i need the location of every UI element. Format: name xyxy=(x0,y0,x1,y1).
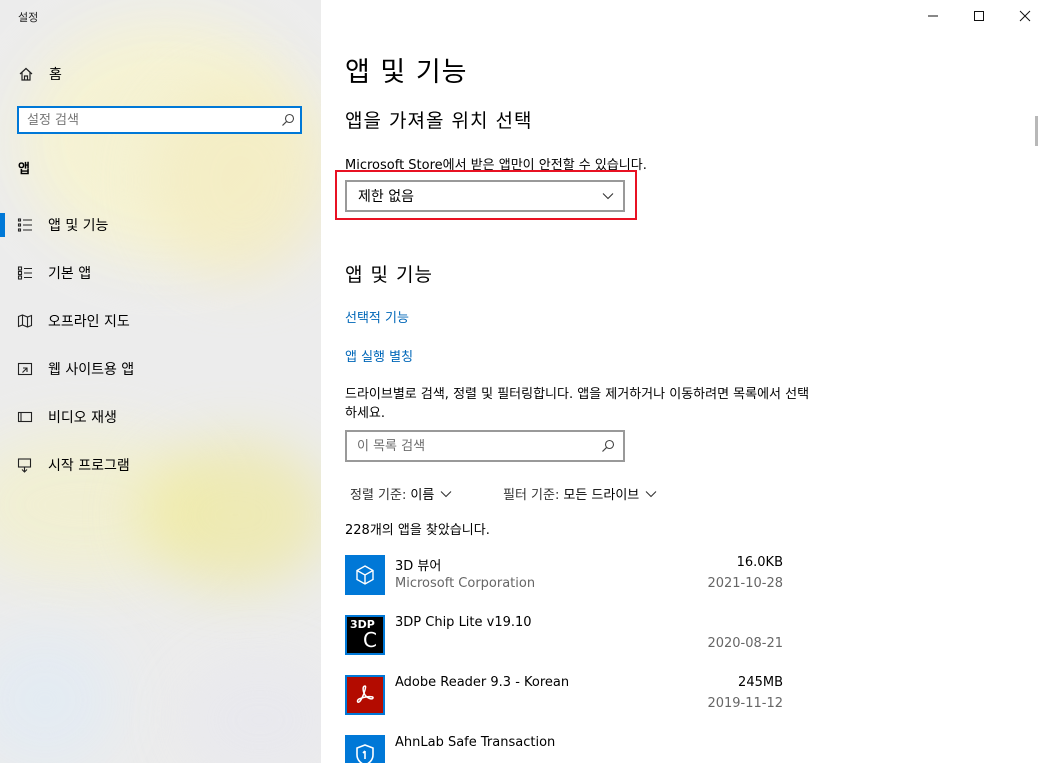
sort-selector[interactable]: 정렬 기준: 이름 xyxy=(350,484,452,503)
minimize-button[interactable] xyxy=(910,0,956,32)
app-name: AhnLab Safe Transaction xyxy=(395,735,556,750)
home-nav-item[interactable]: 홈 xyxy=(18,64,62,84)
main-content: 앱 및 기능 앱을 가져올 위치 선택 Microsoft Store에서 받은… xyxy=(321,0,1048,763)
maximize-icon xyxy=(973,7,985,26)
sidebar-item-label: 기본 앱 xyxy=(48,266,92,282)
default-apps-icon xyxy=(17,265,33,281)
settings-search-input[interactable] xyxy=(19,111,276,129)
close-icon xyxy=(1019,7,1031,26)
app-size: 245MB xyxy=(738,675,783,690)
sidebar-item-video-playback[interactable]: 비디오 재생 xyxy=(0,405,321,429)
app-source-dropdown[interactable]: 제한 없음 xyxy=(345,180,625,212)
sidebar: 설정 홈 앱 앱 및 기능 기본 앱 xyxy=(0,0,321,763)
app-name: Adobe Reader 9.3 - Korean xyxy=(395,675,570,690)
app-count: 228개의 앱을 찾았습니다. xyxy=(345,523,490,538)
app-execution-alias-link[interactable]: 앱 실행 별칭 xyxy=(345,346,413,365)
sort-label: 정렬 기준: xyxy=(350,488,407,503)
app-list-item[interactable]: 3D 뷰어 Microsoft Corporation 16.0KB 2021-… xyxy=(345,555,785,615)
section-label-apps: 앱 xyxy=(18,162,30,177)
icon-text-letter: C xyxy=(363,628,377,652)
chevron-down-icon xyxy=(593,192,623,200)
app-list-search-box[interactable] xyxy=(345,430,625,462)
app-list-item[interactable]: Adobe Reader 9.3 - Korean 245MB 2019-11-… xyxy=(345,675,785,735)
window-title: 설정 xyxy=(18,11,39,24)
sort-value: 이름 xyxy=(410,488,435,503)
dropdown-value: 제한 없음 xyxy=(358,189,414,205)
sidebar-item-label: 앱 및 기능 xyxy=(48,218,109,234)
app-list-item[interactable]: 3DP C 3DP Chip Lite v19.10 2020-08-21 xyxy=(345,615,785,675)
sidebar-item-default-apps[interactable]: 기본 앱 xyxy=(0,261,321,285)
sidebar-item-startup[interactable]: 시작 프로그램 xyxy=(0,453,321,477)
settings-search-box[interactable] xyxy=(17,106,302,134)
active-indicator xyxy=(0,213,5,237)
apps-features-icon xyxy=(17,217,33,233)
sidebar-item-apps-features[interactable]: 앱 및 기능 xyxy=(0,213,321,237)
window-controls xyxy=(910,0,1048,32)
sidebar-item-label: 오프라인 지도 xyxy=(48,314,130,330)
sidebar-item-apps-for-websites[interactable]: 웹 사이트용 앱 xyxy=(0,357,321,381)
chevron-down-icon xyxy=(645,490,657,498)
home-label: 홈 xyxy=(49,67,62,83)
close-button[interactable] xyxy=(1002,0,1048,32)
filter-selector[interactable]: 필터 기준: 모든 드라이브 xyxy=(503,484,657,503)
app-publisher: Microsoft Corporation xyxy=(395,576,536,591)
filter-label: 필터 기준: xyxy=(503,488,560,503)
source-section-title: 앱을 가져올 위치 선택 xyxy=(345,110,533,132)
search-icon[interactable] xyxy=(593,439,623,453)
filter-value: 모든 드라이브 xyxy=(563,488,640,503)
offline-maps-icon xyxy=(17,313,33,329)
app-list-item[interactable]: AhnLab Safe Transaction xyxy=(345,735,785,763)
minimize-icon xyxy=(927,7,939,26)
scrollbar-thumb[interactable] xyxy=(1035,116,1038,146)
3dp-chip-icon: 3DP C xyxy=(345,615,385,655)
filter-description: 드라이브별로 검색, 정렬 및 필터링합니다. 앱을 제거하거나 이동하려면 목… xyxy=(345,387,810,421)
chevron-down-icon xyxy=(440,490,452,498)
app-name: 3D 뷰어 xyxy=(395,559,442,574)
app-date: 2020-08-21 xyxy=(707,636,783,651)
app-list-search-input[interactable] xyxy=(347,437,593,455)
apps-for-websites-icon xyxy=(17,361,33,377)
page-title: 앱 및 기능 xyxy=(345,57,468,88)
maximize-button[interactable] xyxy=(956,0,1002,32)
video-playback-icon xyxy=(17,409,33,425)
search-icon[interactable] xyxy=(276,113,300,127)
ahnlab-shield-icon xyxy=(345,735,385,763)
app-date: 2021-10-28 xyxy=(707,576,783,591)
adobe-reader-icon xyxy=(345,675,385,715)
sidebar-item-label: 비디오 재생 xyxy=(48,410,117,426)
app-size: 16.0KB xyxy=(736,555,783,570)
app-date: 2019-11-12 xyxy=(707,696,783,711)
sidebar-item-label: 시작 프로그램 xyxy=(48,458,130,474)
app-name: 3DP Chip Lite v19.10 xyxy=(395,615,532,630)
3d-viewer-icon xyxy=(345,555,385,595)
home-icon xyxy=(18,66,34,82)
sidebar-item-offline-maps[interactable]: 오프라인 지도 xyxy=(0,309,321,333)
apps-section-title: 앱 및 기능 xyxy=(345,264,433,286)
startup-icon xyxy=(17,457,33,473)
sidebar-item-label: 웹 사이트용 앱 xyxy=(48,362,135,378)
optional-features-link[interactable]: 선택적 기능 xyxy=(345,307,409,326)
